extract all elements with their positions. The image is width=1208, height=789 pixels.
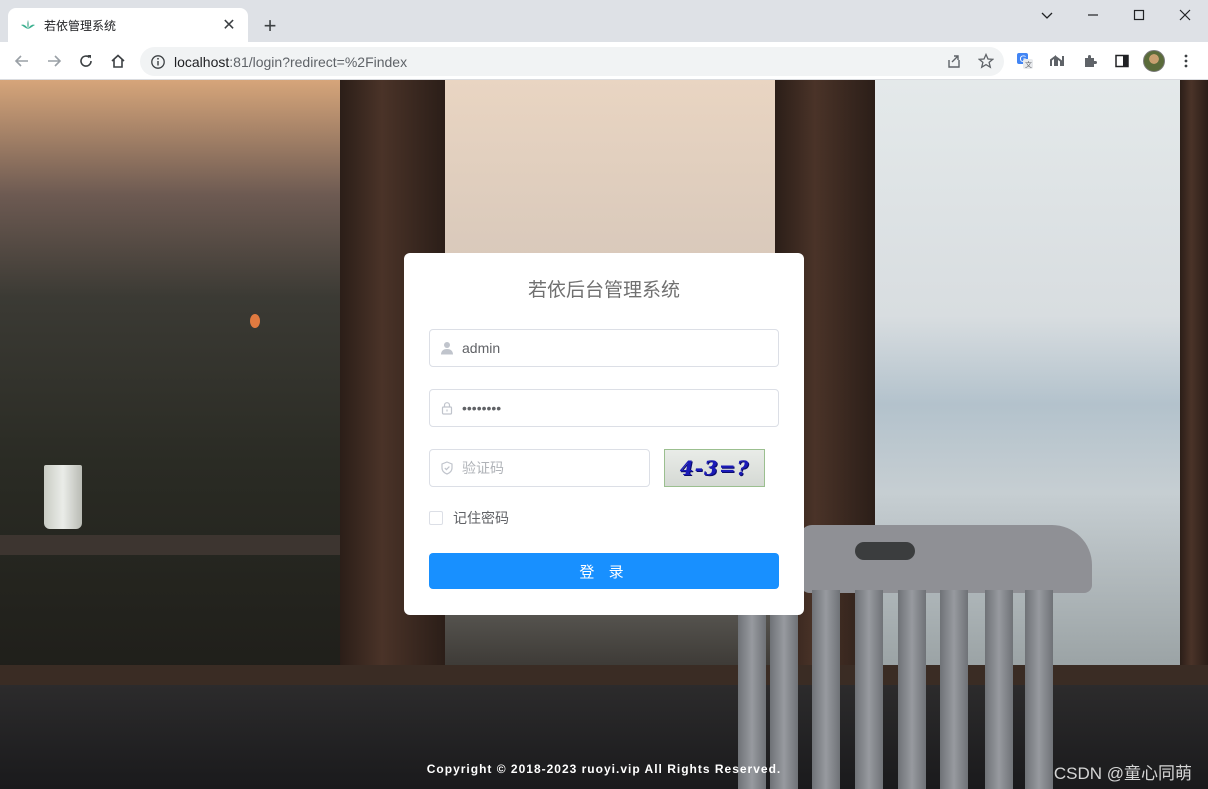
- window-close-icon[interactable]: [1162, 0, 1208, 30]
- captcha-field[interactable]: [429, 449, 650, 487]
- background-chair-slat: [985, 590, 1013, 789]
- password-input[interactable]: ••••••••: [462, 400, 501, 416]
- browser-toolbar: localhost:81/login?redirect=%2Findex G文: [0, 42, 1208, 80]
- background-chair-slat: [855, 590, 883, 789]
- login-form: 若依后台管理系统 •••••••• 4-3=? 记住密码 登 录: [404, 253, 804, 615]
- tab-title: 若依管理系统: [44, 18, 117, 33]
- browser-tab[interactable]: 若依管理系统 ✕: [8, 8, 248, 42]
- extensions-puzzle-icon[interactable]: [1078, 49, 1102, 73]
- ruoyi-favicon-icon: [20, 17, 36, 33]
- tab-search-chevron-icon[interactable]: [1024, 0, 1070, 30]
- translate-extension-icon[interactable]: G文: [1013, 49, 1037, 73]
- copyright-text: Copyright © 2018-2023 ruoyi.vip All Righ…: [426, 762, 782, 776]
- browser-menu-icon[interactable]: [1174, 49, 1198, 73]
- tab-close-icon[interactable]: ✕: [220, 16, 238, 34]
- user-icon: [432, 329, 462, 367]
- background-table: [0, 535, 340, 555]
- lock-icon: [432, 389, 462, 427]
- background-chair-slat: [812, 590, 840, 789]
- background-chair-slat: [1025, 590, 1053, 789]
- profile-avatar[interactable]: [1142, 49, 1166, 73]
- url-path: :81/login?redirect=%2Findex: [229, 53, 408, 70]
- remember-checkbox[interactable]: [429, 511, 443, 525]
- background-chair-slat: [940, 590, 968, 789]
- login-title: 若依后台管理系统: [527, 280, 680, 301]
- remember-password[interactable]: 记住密码: [429, 509, 509, 527]
- background-chair-back: [800, 525, 1092, 593]
- share-icon[interactable]: [942, 49, 966, 73]
- username-input[interactable]: [462, 330, 778, 366]
- avatar: [1143, 50, 1165, 72]
- background-light: [250, 314, 260, 328]
- reload-icon[interactable]: [72, 47, 100, 75]
- forward-arrow-icon[interactable]: [40, 47, 68, 75]
- background-left-window: [0, 80, 360, 720]
- home-icon[interactable]: [104, 47, 132, 75]
- svg-text:文: 文: [1025, 60, 1032, 69]
- background-chair-slat: [898, 590, 926, 789]
- maximize-icon[interactable]: [1116, 0, 1162, 30]
- back-arrow-icon[interactable]: [8, 47, 36, 75]
- captcha-image[interactable]: 4-3=?: [664, 449, 765, 487]
- bookmark-star-icon[interactable]: [974, 49, 998, 73]
- omnibox-actions: [942, 49, 998, 73]
- password-field[interactable]: ••••••••: [429, 389, 779, 427]
- remember-label: 记住密码: [453, 510, 509, 526]
- new-tab-button[interactable]: +: [258, 13, 282, 38]
- captcha-input[interactable]: [462, 450, 649, 486]
- captcha-text: 4-3=?: [679, 456, 750, 480]
- username-field[interactable]: [429, 329, 779, 367]
- url-host: localhost: [174, 53, 230, 70]
- login-button[interactable]: 登 录: [429, 553, 779, 589]
- csdn-watermark: CSDN @童心同萌: [1053, 764, 1192, 783]
- minimize-icon[interactable]: [1070, 0, 1116, 30]
- analytics-extension-icon[interactable]: [1046, 49, 1070, 73]
- address-bar[interactable]: localhost:81/login?redirect=%2Findex: [140, 47, 1004, 76]
- background-chair-slat: [738, 590, 766, 789]
- site-info-icon[interactable]: [150, 54, 166, 70]
- side-panel-icon[interactable]: [1110, 49, 1134, 73]
- background-chair-slat: [770, 590, 798, 789]
- background-chair-handle: [855, 542, 915, 560]
- shield-icon: [432, 449, 462, 487]
- browser-titlebar: 若依管理系统 ✕ +: [0, 0, 1208, 42]
- url-text: localhost:81/login?redirect=%2Findex: [174, 54, 407, 70]
- background-cup: [44, 465, 82, 529]
